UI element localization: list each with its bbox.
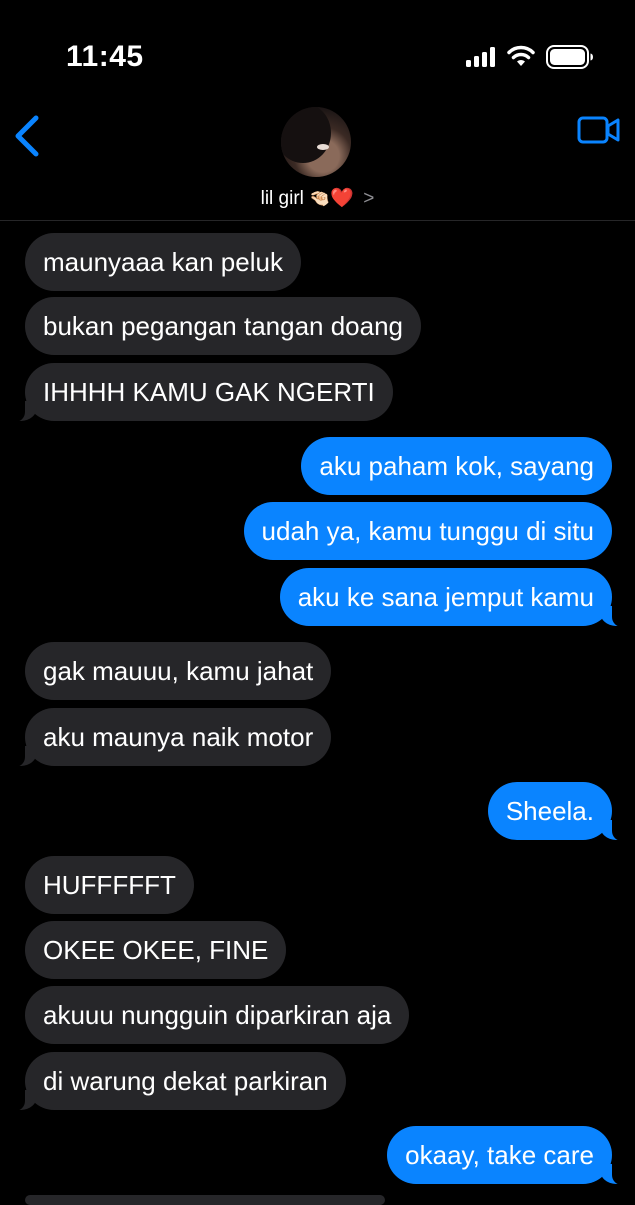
message-bubble-outgoing[interactable]: aku ke sana jemput kamu [279, 568, 625, 627]
message-bubble-incoming[interactable]: gak mauuu, kamu jahat [25, 642, 332, 700]
heart-icon: ❤️ [330, 188, 354, 209]
message-bubble-incoming[interactable]: HUFFFFFT [25, 856, 194, 914]
contact-name: lil girl [260, 188, 304, 209]
chevron-right-icon: > [363, 188, 375, 209]
message-bubble-outgoing[interactable]: okaay, take care [387, 1126, 624, 1185]
message-bubble-incoming[interactable]: bukan pegangan tangan doang [25, 297, 422, 355]
message-bubble-incoming[interactable]: di warung dekat parkiran [13, 1052, 346, 1111]
message-bubble-outgoing[interactable]: aku paham kok, sayang [301, 437, 612, 495]
contact-avatar[interactable] [281, 107, 351, 177]
message-bubble-incoming[interactable]: IHHHH KAMU GAK NGERTI [13, 363, 393, 422]
message-bubble-incoming[interactable]: akuuu nungguin diparkiran aja [25, 986, 410, 1044]
message-bubble-incoming[interactable]: OKEE OKEE, FINE [25, 921, 287, 979]
message-bubble-outgoing[interactable]: udah ya, kamu tunggu di situ [243, 502, 612, 560]
battery-icon [546, 45, 593, 69]
video-camera-icon[interactable] [577, 116, 621, 144]
contact-emoji: 🤏🏻 [309, 189, 331, 208]
message-bubble-outgoing[interactable]: Sheela. [487, 782, 625, 841]
conversation-header: lil girl 🤏🏻❤️ > [0, 100, 635, 221]
chevron-left-icon[interactable] [12, 114, 42, 158]
cellular-signal-icon [466, 47, 495, 67]
status-time: 11:45 [66, 40, 144, 73]
status-bar: 11:45 [0, 0, 635, 100]
message-bubble-partial[interactable] [25, 1195, 385, 1205]
wifi-icon [507, 45, 535, 66]
message-bubble-incoming[interactable]: aku maunya naik motor [12, 708, 332, 767]
message-bubble-incoming[interactable]: maunyaaa kan peluk [25, 233, 301, 291]
contact-name-row[interactable]: lil girl 🤏🏻❤️ > [0, 186, 635, 210]
